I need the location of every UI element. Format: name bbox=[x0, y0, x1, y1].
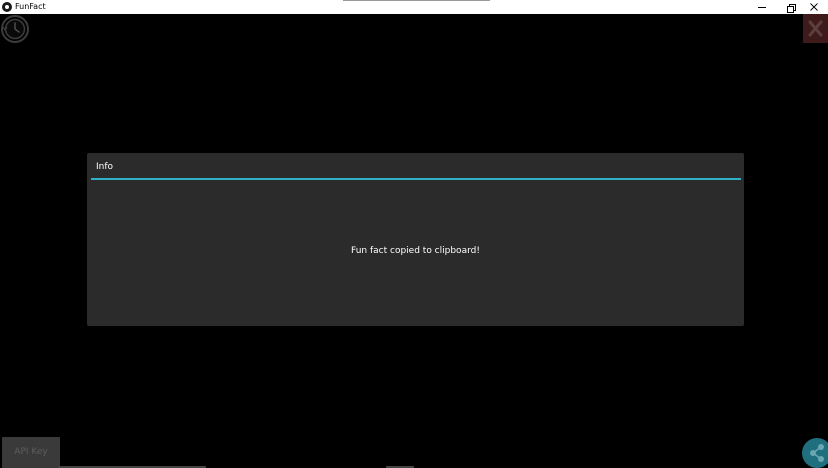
dialog-title: Info bbox=[96, 162, 114, 172]
dialog-message: Fun fact copied to clipboard! bbox=[351, 246, 480, 256]
window-title: FunFact bbox=[15, 2, 46, 11]
info-dialog: Info Fun fact copied to clipboard! bbox=[87, 153, 744, 326]
history-icon bbox=[1, 15, 29, 43]
share-icon bbox=[810, 444, 824, 462]
title-bar-drag-indicator bbox=[343, 0, 490, 1]
window-close-icon bbox=[810, 3, 818, 11]
close-icon bbox=[808, 20, 823, 37]
minimize-icon bbox=[758, 6, 766, 8]
app-window: FunFact Info Fun fact copied to clipboar… bbox=[0, 0, 828, 468]
close-button[interactable] bbox=[803, 14, 828, 43]
dialog-title-divider bbox=[91, 178, 741, 180]
title-bar[interactable]: FunFact bbox=[0, 0, 828, 14]
window-close-button[interactable] bbox=[800, 0, 828, 14]
api-key-button[interactable]: API Key bbox=[2, 437, 60, 468]
history-button[interactable] bbox=[0, 14, 30, 44]
minimize-button[interactable] bbox=[748, 0, 776, 14]
app-logo-icon bbox=[2, 2, 12, 12]
share-button[interactable] bbox=[802, 438, 828, 468]
restore-icon bbox=[786, 3, 796, 13]
